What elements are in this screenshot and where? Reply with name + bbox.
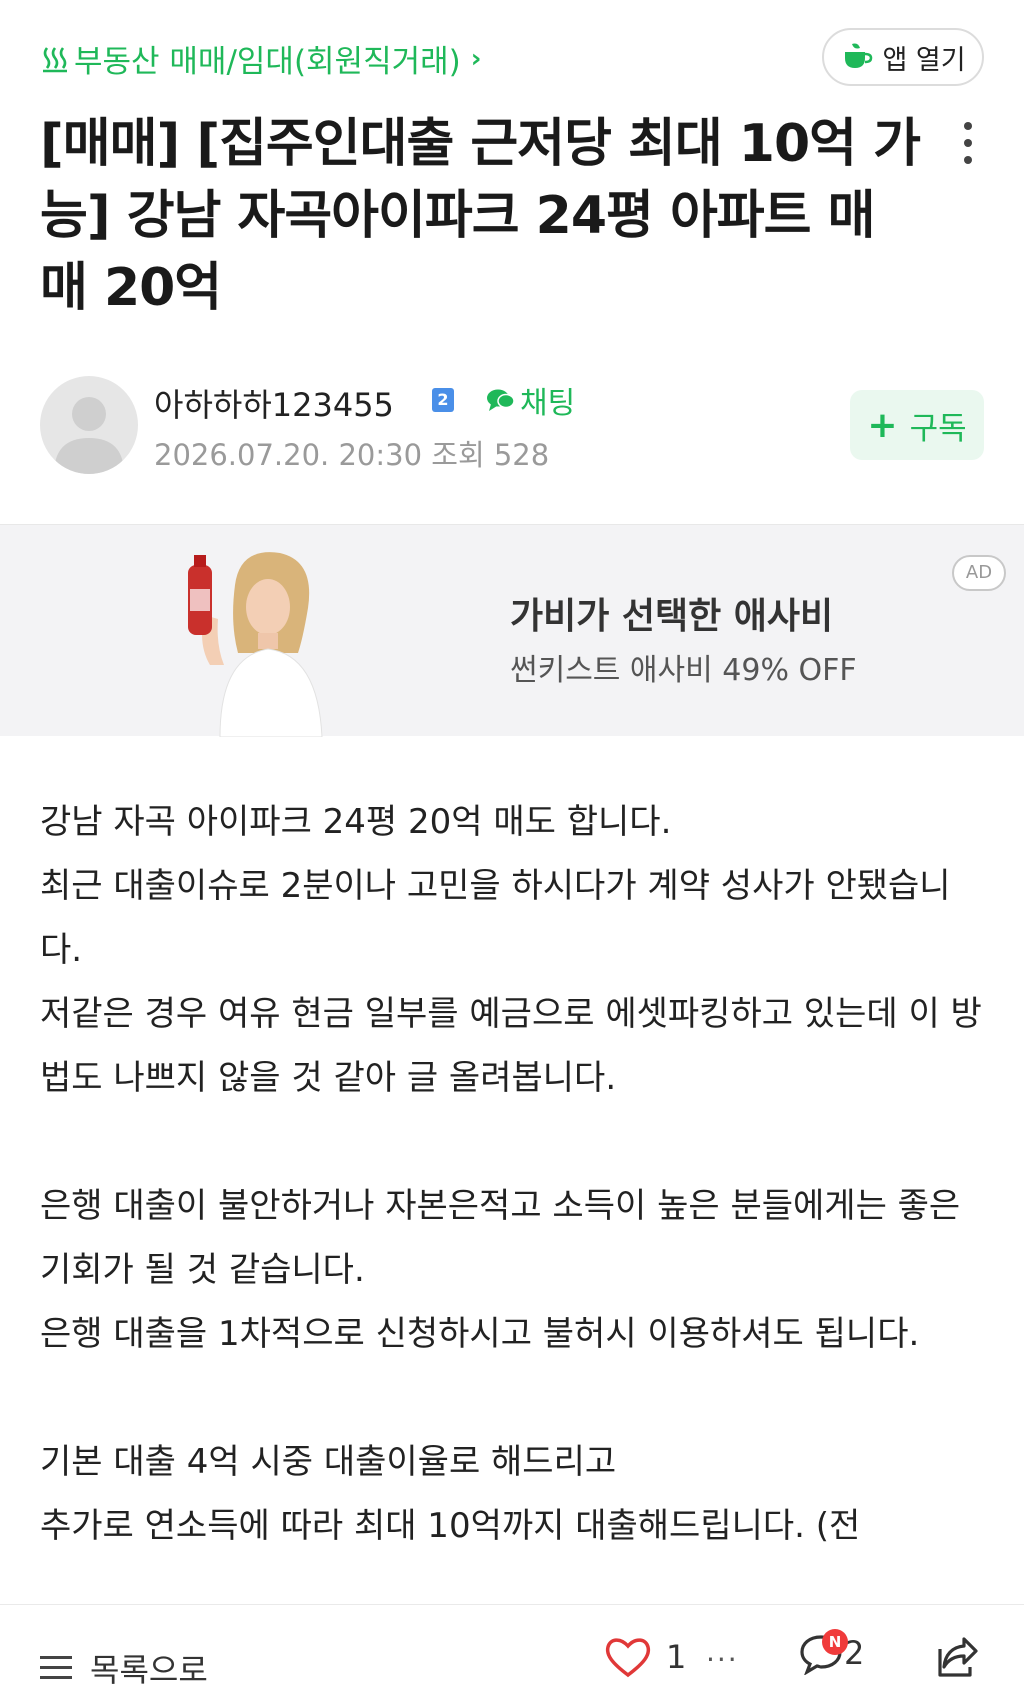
post-datetime: 2026.07.20. 20:30 [154,438,423,472]
menu-icon [40,1656,72,1679]
breadcrumb-label: 부동산 매매/임대(회원직거래) [74,44,461,80]
body-paragraph: 은행 대출이 불안하거나 자본은적고 소득이 높은 분들에게는 좋은 기회가 될… [40,1186,961,1290]
like-count: 1 [666,1638,687,1676]
body-paragraph: 강남 자곡 아이파크 24평 20억 매도 합니다. [40,802,672,842]
chevron-right-icon: › [470,43,482,74]
body-paragraph [40,1366,990,1430]
steam-icon [43,46,67,72]
heart-icon [605,1638,651,1678]
ad-title: 가비가 선택한 애사비 [510,596,834,637]
app-open-label: 앱 열기 [882,44,966,76]
subscribe-label: 구독 [909,410,967,447]
comment-button[interactable]: N 2 [798,1629,864,1675]
author-section: 아하하하123455 2 채팅 2026.07.20. 20:30 조회 528… [40,376,984,476]
cup-icon [845,43,873,68]
like-button[interactable]: 1 [604,1635,686,1679]
default-avatar-icon [54,397,124,474]
share-icon [938,1637,978,1677]
bottom-bar: 목록으로 1 ··· N 2 [0,1604,1024,1708]
body-paragraph: 은행 대출을 1차적으로 신청하시고 불허시 이용하셔도 됩니다. [40,1314,920,1354]
more-options-icon[interactable] [956,118,980,170]
new-comment-badge: N [822,1629,848,1655]
body-paragraph: 기본 대출 4억 시중 대출이율로 해드리고 [40,1442,617,1482]
chat-bubble-icon [487,389,515,411]
ad-badge[interactable]: AD [952,555,1006,591]
more-icon[interactable]: ··· [706,1643,739,1676]
ad-model-image [188,552,323,737]
chat-label: 채팅 [520,386,576,421]
chat-button[interactable]: 채팅 [486,378,575,422]
post-body: 강남 자곡 아이파크 24평 20억 매도 합니다. 최근 대출이슈로 2분이나… [40,790,990,1558]
author-name[interactable]: 아하하하123455 [154,380,394,426]
body-paragraph: 최근 대출이슈로 2분이나 고민을 하시다가 계약 성사가 안됐습니다. [40,866,951,970]
body-paragraph [40,1110,990,1174]
app-open-button[interactable]: 앱 열기 [822,28,984,86]
list-label: 목록으로 [90,1651,208,1689]
avatar[interactable] [40,376,138,474]
ad-subtitle: 썬키스트 애사비 49% OFF [510,653,857,688]
ad-banner[interactable]: 가비가 선택한 애사비 썬키스트 애사비 49% OFF AD [0,524,1024,737]
post-meta: 2026.07.20. 20:30 조회 528 [154,432,549,474]
post-title: [매매] [집주인대출 근저당 최대 10억 가능] 강남 자곡아이파크 24평… [40,114,921,318]
member-level-badge: 2 [432,388,454,412]
subscribe-button[interactable]: + 구독 [850,390,984,460]
back-to-list-button[interactable]: 목록으로 [40,1645,208,1691]
post-views: 조회 528 [431,438,550,472]
share-button[interactable] [934,1635,980,1683]
top-bar: 부동산 매매/임대(회원직거래) › 앱 열기 [0,0,1024,105]
body-paragraph: 저같은 경우 여유 현금 일부를 예금으로 에셋파킹하고 있는데 이 방법도 나… [40,994,982,1098]
body-paragraph: 추가로 연소득에 따라 최대 10억까지 대출해드립니다. (전 [40,1506,861,1546]
board-breadcrumb[interactable]: 부동산 매매/임대(회원직거래) › [40,36,481,81]
plus-icon: + [867,404,898,446]
